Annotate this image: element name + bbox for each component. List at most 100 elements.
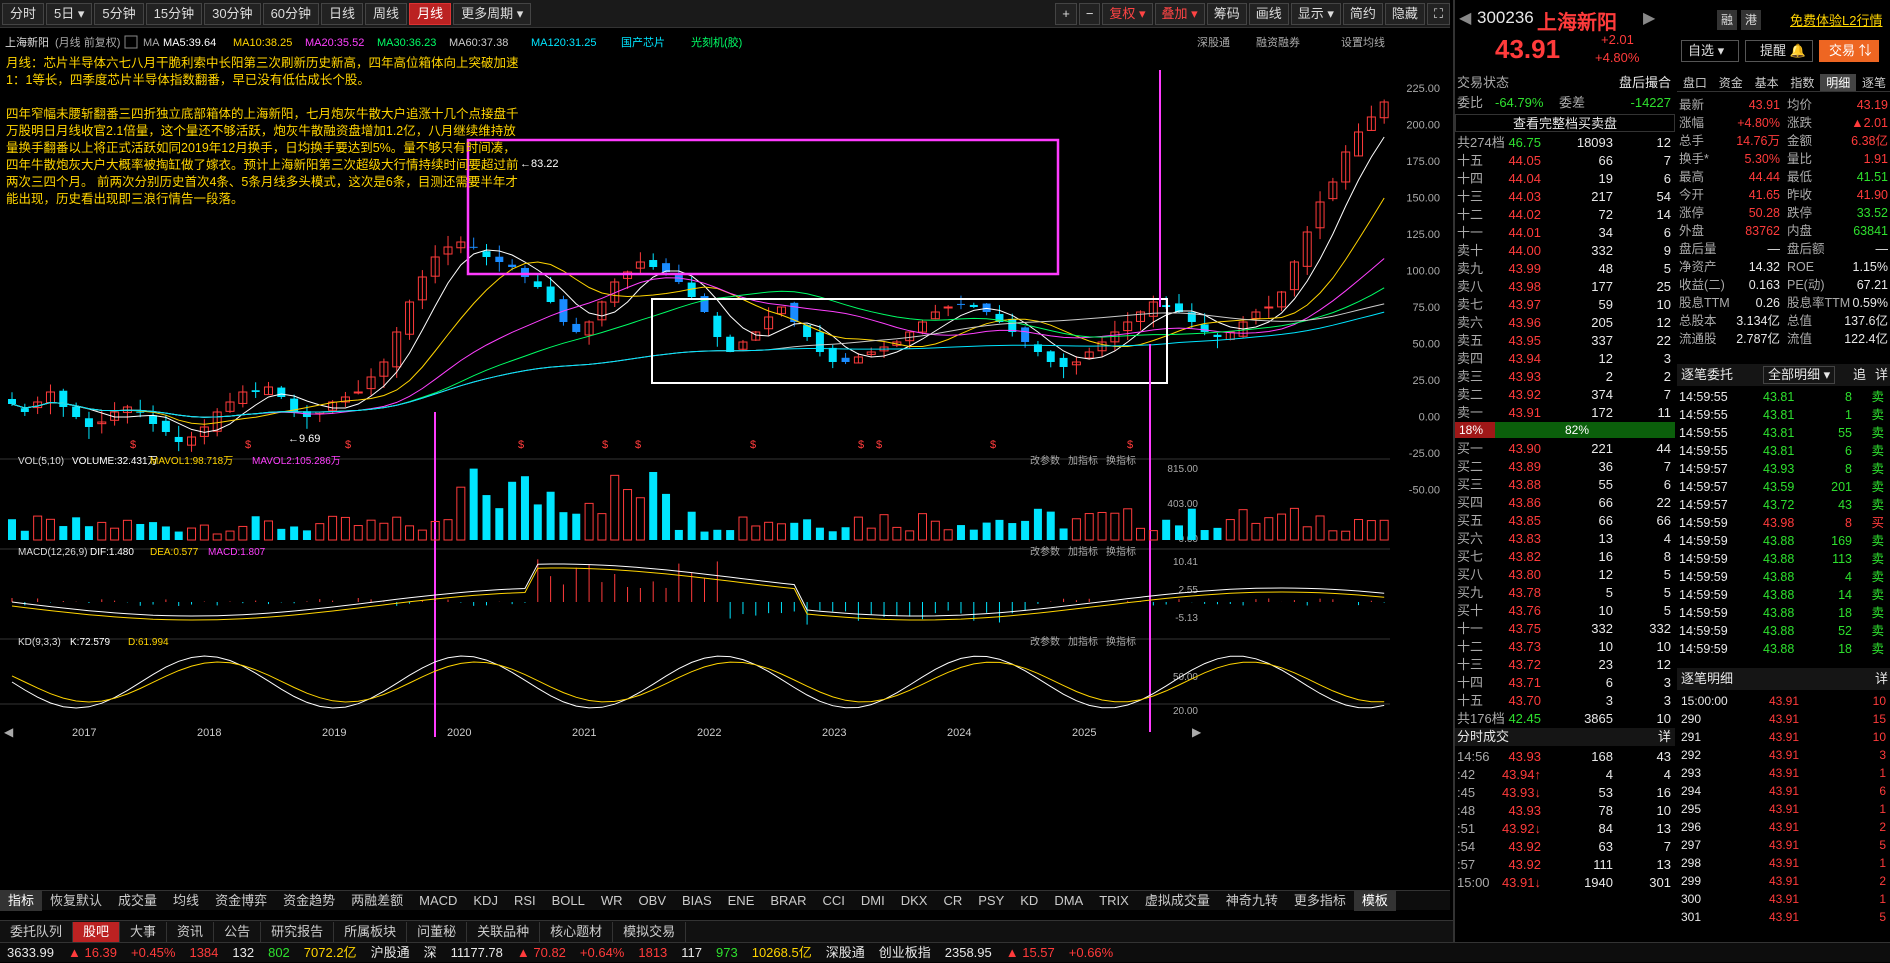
help-icon[interactable] xyxy=(124,35,138,49)
vol-panel-link[interactable]: 加指标 xyxy=(1068,454,1098,467)
candle[interactable] xyxy=(1328,177,1338,202)
candle[interactable] xyxy=(1136,310,1146,331)
toolbar-button[interactable]: 叠加 ▾ xyxy=(1154,3,1205,25)
candle[interactable] xyxy=(1033,341,1042,357)
candle[interactable] xyxy=(751,331,761,342)
candle[interactable] xyxy=(1097,336,1107,358)
period-tab[interactable]: 日线 xyxy=(321,2,364,25)
candle[interactable] xyxy=(417,270,427,310)
zb-more[interactable]: 详 xyxy=(1875,364,1888,386)
bottom-tab[interactable]: 关联品种 xyxy=(467,921,541,942)
indicator-tab[interactable]: BRAR xyxy=(762,891,814,911)
kd-panel-link[interactable]: 改参数 xyxy=(1030,635,1060,648)
indicator-tab[interactable]: 更多指标 xyxy=(1286,891,1354,911)
candle[interactable] xyxy=(713,312,722,347)
candle[interactable] xyxy=(726,334,735,353)
candle[interactable] xyxy=(841,353,850,365)
candle[interactable] xyxy=(263,381,273,396)
indicator-tab[interactable]: DMA xyxy=(1046,891,1091,911)
candle[interactable] xyxy=(533,273,542,289)
period-tab[interactable]: 60分钟 xyxy=(262,2,320,25)
candle[interactable] xyxy=(1379,99,1389,124)
indicator-tab[interactable]: CR xyxy=(935,891,970,911)
scroll-left-icon[interactable]: ◀ xyxy=(4,725,14,739)
period-tab[interactable]: 更多周期 ▾ xyxy=(453,2,532,25)
candle[interactable] xyxy=(456,236,466,254)
candle[interactable] xyxy=(969,302,978,309)
margin-badge[interactable]: 融 xyxy=(1717,10,1737,30)
candle[interactable] xyxy=(225,392,235,413)
candle[interactable] xyxy=(366,368,376,396)
candle[interactable] xyxy=(84,411,93,439)
kd-panel-link[interactable]: 换指标 xyxy=(1106,635,1136,648)
candle[interactable] xyxy=(45,384,55,415)
candle[interactable] xyxy=(469,237,478,250)
period-tab[interactable]: 周线 xyxy=(365,2,408,25)
candle[interactable] xyxy=(1059,353,1068,379)
candle[interactable] xyxy=(122,404,132,424)
macd-panel-link[interactable]: 换指标 xyxy=(1106,545,1136,558)
indicator-tab[interactable]: BOLL xyxy=(544,891,593,911)
candle[interactable] xyxy=(943,305,953,317)
indicator-tab[interactable]: 指标 xyxy=(0,890,43,911)
candle[interactable] xyxy=(572,317,581,334)
candle[interactable] xyxy=(1046,350,1055,368)
quote-tab[interactable]: 基本 xyxy=(1749,74,1785,91)
candle[interactable] xyxy=(918,319,928,335)
bottom-tab[interactable]: 公告 xyxy=(214,921,262,942)
zb-filter[interactable]: 全部明细 ▾ xyxy=(1763,366,1836,384)
candle[interactable] xyxy=(430,245,440,284)
candle[interactable] xyxy=(1187,303,1196,328)
toolbar-button[interactable]: 隐藏 xyxy=(1384,3,1425,25)
bottom-tab[interactable]: 大事 xyxy=(120,921,168,942)
watchlist-button[interactable]: 自选 ▾ xyxy=(1681,40,1739,62)
candle[interactable] xyxy=(187,431,197,452)
period-tab[interactable]: 月线 xyxy=(409,2,452,25)
mx-more[interactable]: 详 xyxy=(1875,668,1888,690)
full-book-link[interactable]: 查看完整档买卖盘 xyxy=(1455,114,1675,132)
bottom-tab[interactable]: 股吧 xyxy=(73,921,121,942)
bottom-tab[interactable]: 资讯 xyxy=(167,921,215,942)
bottom-tab[interactable]: 模拟交易 xyxy=(613,921,687,942)
bottom-tab[interactable]: 委托队列 xyxy=(0,921,74,942)
indicator-tab[interactable]: KD xyxy=(1012,891,1046,911)
indicator-tab[interactable]: 成交量 xyxy=(110,891,165,911)
toolbar-button[interactable]: 画线 xyxy=(1248,3,1289,25)
indicator-tab[interactable]: 资金趋势 xyxy=(275,891,343,911)
alert-button[interactable]: 提醒 🔔 xyxy=(1745,40,1813,62)
macd-panel-link[interactable]: 加指标 xyxy=(1068,545,1098,558)
quote-tab[interactable]: 逐笔 xyxy=(1856,74,1890,91)
indicator-tab[interactable]: TRIX xyxy=(1091,891,1137,911)
candle[interactable] xyxy=(1366,105,1376,131)
candle[interactable] xyxy=(340,391,350,407)
candle[interactable] xyxy=(956,295,965,310)
indicator-tab[interactable]: OBV xyxy=(631,891,674,911)
indicator-tab[interactable]: PSY xyxy=(970,891,1012,911)
candle[interactable] xyxy=(1341,145,1351,190)
vol-panel-link[interactable]: 换指标 xyxy=(1106,454,1136,467)
indicator-tab[interactable]: RSI xyxy=(506,891,544,911)
candle[interactable] xyxy=(405,299,415,340)
candle[interactable] xyxy=(1354,123,1364,157)
quote-tab[interactable]: 盘口 xyxy=(1677,74,1713,91)
candle[interactable] xyxy=(20,403,29,416)
candle[interactable] xyxy=(930,304,940,320)
toolbar-button[interactable]: − xyxy=(1078,3,1101,25)
vol-panel-link[interactable]: 改参数 xyxy=(1030,454,1060,467)
kd-panel-link[interactable]: 加指标 xyxy=(1068,635,1098,648)
candle[interactable] xyxy=(1289,260,1299,297)
candle[interactable] xyxy=(738,339,748,351)
candle[interactable] xyxy=(482,244,491,266)
candle[interactable] xyxy=(8,392,16,406)
toolbar-button[interactable]: 筹码 xyxy=(1206,3,1247,25)
next-stock-icon[interactable]: ▶ xyxy=(1643,8,1655,28)
candle[interactable] xyxy=(1315,191,1325,240)
candle[interactable] xyxy=(1264,295,1274,319)
candle[interactable] xyxy=(1302,226,1312,275)
indicator-tab[interactable]: 虚拟成交量 xyxy=(1137,891,1218,911)
prev-stock-icon[interactable]: ◀ xyxy=(1459,8,1471,28)
candle[interactable] xyxy=(110,402,120,426)
fs-more[interactable]: 详 xyxy=(1658,728,1671,746)
candle[interactable] xyxy=(290,394,299,418)
indicator-tab[interactable]: DMI xyxy=(853,891,893,911)
